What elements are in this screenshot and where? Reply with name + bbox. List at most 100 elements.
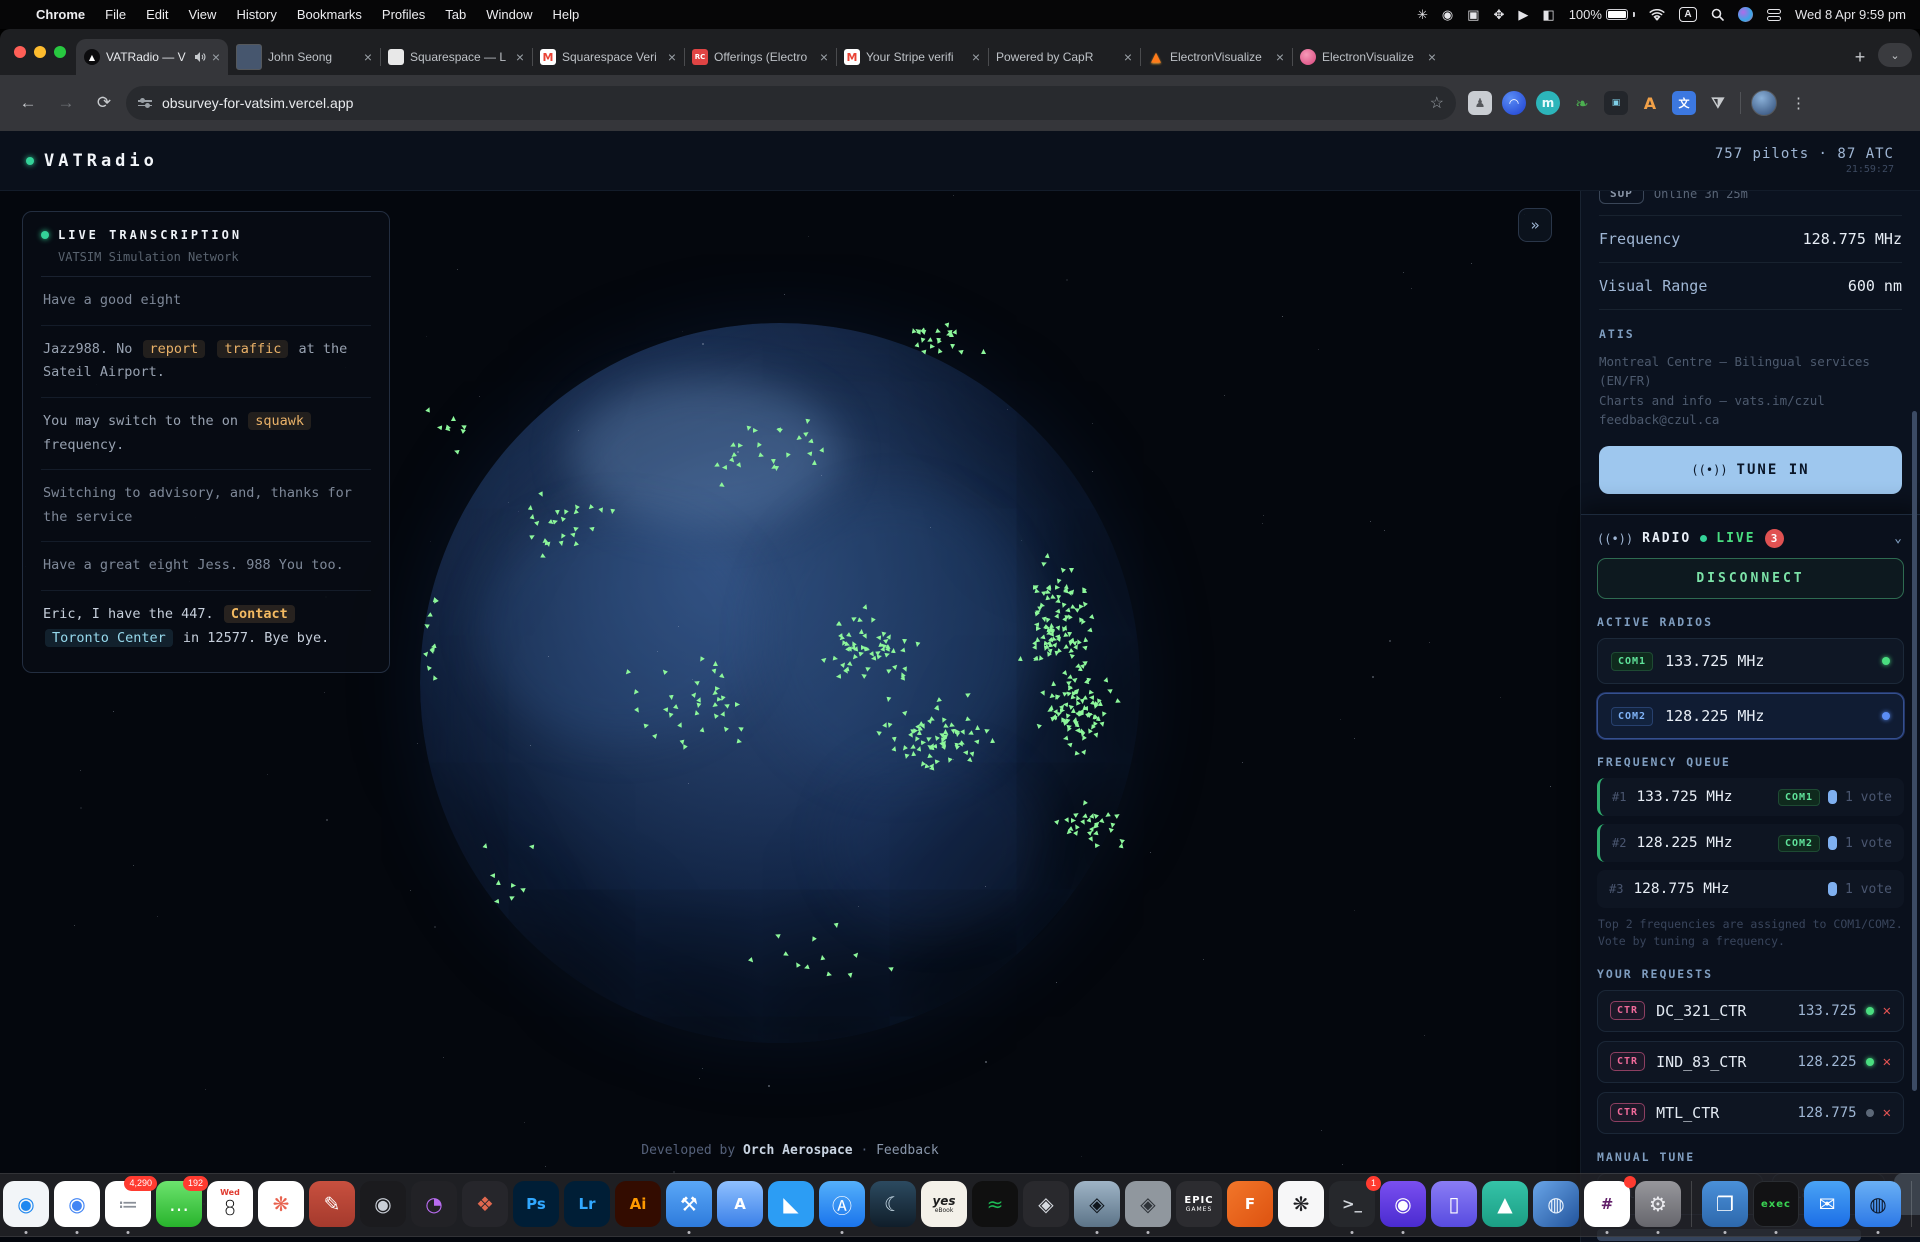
close-window-button[interactable] xyxy=(14,46,26,58)
openai-menu-icon[interactable]: ✳ xyxy=(1417,7,1428,23)
url-text[interactable]: obsurvey-for-vatsim.vercel.app xyxy=(162,95,1420,111)
collapse-panel-button[interactable]: » xyxy=(1518,208,1552,242)
github-desktop-dock-icon[interactable]: ◉ xyxy=(1380,1181,1426,1227)
aircraft-marker[interactable] xyxy=(935,328,942,335)
play-circle-menu-icon[interactable]: ▶ xyxy=(1518,7,1528,23)
menubar-clock[interactable]: Wed 8 Apr 9:59 pm xyxy=(1795,7,1906,22)
browser-tab[interactable]: ▲ElectronVisualize× xyxy=(1140,39,1292,75)
aircraft-marker[interactable] xyxy=(914,341,920,347)
browser-tab[interactable]: ⊕Powered by CapR× xyxy=(988,39,1140,75)
menu-file[interactable]: File xyxy=(95,7,136,22)
tab-close-icon[interactable]: × xyxy=(516,49,524,65)
reminders-dock-icon[interactable]: ≔4,290 xyxy=(105,1181,151,1227)
menu-profiles[interactable]: Profiles xyxy=(372,7,435,22)
site-settings-icon[interactable] xyxy=(138,100,152,106)
siri-icon[interactable] xyxy=(1738,7,1753,22)
aircraft-marker[interactable] xyxy=(460,423,467,430)
profile-extension-icon[interactable]: ♟ xyxy=(1468,91,1492,115)
browser-tab[interactable]: MYour Stripe verifi× xyxy=(836,39,988,75)
remove-request-icon[interactable]: ✕ xyxy=(1883,1105,1891,1121)
browser-tab[interactable]: Squarespace — L× xyxy=(380,39,532,75)
safari-dock-icon[interactable]: ◉ xyxy=(3,1181,49,1227)
unity-dock-icon[interactable]: ◈ xyxy=(1125,1181,1171,1227)
feedback-link[interactable]: Feedback xyxy=(876,1143,939,1158)
request-row[interactable]: CTRMTL_CTR128.775✕ xyxy=(1597,1092,1904,1134)
aircraft-marker[interactable] xyxy=(910,327,916,333)
aircraft-marker[interactable] xyxy=(950,344,955,349)
vscode-dock-icon[interactable]: ◣ xyxy=(768,1181,814,1227)
spatial-menu-icon[interactable]: ✥ xyxy=(1494,7,1505,23)
dark-extension-icon[interactable]: ▣ xyxy=(1604,91,1628,115)
aircraft-marker[interactable] xyxy=(453,448,459,454)
yes-ebook-dock-icon[interactable]: yeseBook xyxy=(921,1181,967,1227)
photoshop-dock-icon[interactable]: Ps xyxy=(513,1181,559,1227)
bookmark-star-icon[interactable]: ☆ xyxy=(1430,93,1444,113)
menu-bookmarks[interactable]: Bookmarks xyxy=(287,7,372,22)
xcode-dock-icon[interactable]: A xyxy=(717,1181,763,1227)
menu-chrome[interactable]: Chrome xyxy=(26,7,95,22)
omnibox[interactable]: obsurvey-for-vatsim.vercel.app ☆ xyxy=(126,86,1456,120)
davinci-resolve-dock-icon[interactable]: ❖ xyxy=(462,1181,508,1227)
nordvpn-dock-icon[interactable]: ▲ xyxy=(1482,1181,1528,1227)
n-circle-extension-icon[interactable]: ◠ xyxy=(1502,91,1526,115)
menu-edit[interactable]: Edit xyxy=(136,7,178,22)
request-row[interactable]: CTRDC_321_CTR133.725✕ xyxy=(1597,990,1904,1032)
black-cube-dock-icon[interactable]: ◈ xyxy=(1023,1181,1069,1227)
calendar-dock-icon[interactable]: Wed8 xyxy=(207,1181,253,1227)
active-radio-row[interactable]: COM2128.225 MHz xyxy=(1597,693,1904,739)
a-orange-extension-icon[interactable]: A xyxy=(1638,91,1662,115)
screen-split-menu-icon[interactable]: ◧ xyxy=(1542,7,1554,23)
tab-close-icon[interactable]: × xyxy=(212,49,220,65)
slack-dock-icon[interactable]: # xyxy=(1584,1181,1630,1227)
aircraft-marker[interactable] xyxy=(930,344,935,349)
phone-mirroring-dock-icon[interactable]: ▯ xyxy=(1431,1181,1477,1227)
disconnect-button[interactable]: DISCONNECT xyxy=(1597,558,1904,599)
tab-close-icon[interactable]: × xyxy=(668,49,676,65)
fusion-360-dock-icon[interactable]: F xyxy=(1227,1181,1273,1227)
photos-dock-icon[interactable]: ❋ xyxy=(258,1181,304,1227)
new-tab-button[interactable]: + xyxy=(1846,43,1874,71)
active-radio-row[interactable]: COM1133.725 MHz xyxy=(1597,638,1904,684)
terminal-dock-icon[interactable]: >_1 xyxy=(1329,1181,1375,1227)
lightroom-dock-icon[interactable]: Lr xyxy=(564,1181,610,1227)
browser-tab[interactable]: ElectronVisualize× xyxy=(1292,39,1444,75)
chrome-menu-icon[interactable]: ⋮ xyxy=(1787,94,1811,112)
system-settings-dock-icon[interactable]: ⚙ xyxy=(1635,1181,1681,1227)
queue-row[interactable]: #1133.725 MHzCOM11 vote xyxy=(1597,778,1904,816)
aircraft-marker[interactable] xyxy=(981,349,986,354)
aircraft-marker[interactable] xyxy=(445,426,452,433)
tab-close-icon[interactable]: × xyxy=(1428,49,1436,65)
epic-games-dock-icon[interactable]: EPICGAMES xyxy=(1176,1181,1222,1227)
chatgpt-dock-icon[interactable]: ❋ xyxy=(1278,1181,1324,1227)
aircraft-marker[interactable] xyxy=(936,347,942,353)
leaf-extension-icon[interactable]: ❧ xyxy=(1570,91,1594,115)
tab-close-icon[interactable]: × xyxy=(820,49,828,65)
back-button[interactable]: ← xyxy=(12,87,44,119)
extensions-puzzle-icon[interactable]: ⧩ xyxy=(1706,91,1730,115)
blue-swirl-app-dock-icon[interactable]: ◍ xyxy=(1533,1181,1579,1227)
aircraft-marker[interactable] xyxy=(451,416,456,421)
exec-dock-icon[interactable]: exec xyxy=(1753,1181,1799,1227)
browser-tab[interactable]: John Seong× xyxy=(228,39,380,75)
browser-tab[interactable]: ▲VATRadio — V× xyxy=(76,39,228,75)
aircraft-marker[interactable] xyxy=(1118,837,1125,844)
reload-button[interactable]: ⟳ xyxy=(88,87,120,119)
sidebar-scrollbar[interactable] xyxy=(1912,411,1917,1091)
aircraft-marker[interactable] xyxy=(919,337,925,343)
radio-panel-header[interactable]: ((•)) RADIO LIVE 3 ⌄ xyxy=(1597,527,1904,558)
printer-menu-icon[interactable]: ▣ xyxy=(1467,7,1479,23)
spotlight-search-icon[interactable] xyxy=(1711,8,1724,21)
menu-history[interactable]: History xyxy=(226,7,286,22)
mail-dock-icon[interactable]: ✉ xyxy=(1804,1181,1850,1227)
wifi-icon[interactable] xyxy=(1649,9,1665,21)
menu-window[interactable]: Window xyxy=(476,7,542,22)
menu-help[interactable]: Help xyxy=(543,7,590,22)
footer-brand[interactable]: Orch Aerospace xyxy=(743,1143,853,1158)
forward-button[interactable]: → xyxy=(50,87,82,119)
minimize-window-button[interactable] xyxy=(34,46,46,58)
messages-dock-icon[interactable]: …192 xyxy=(156,1181,202,1227)
request-row[interactable]: CTRIND_83_CTR128.225✕ xyxy=(1597,1041,1904,1083)
tab-close-icon[interactable]: × xyxy=(1276,49,1284,65)
bear-dock-icon[interactable]: ✎ xyxy=(309,1181,355,1227)
input-source-icon[interactable]: A xyxy=(1679,7,1697,22)
